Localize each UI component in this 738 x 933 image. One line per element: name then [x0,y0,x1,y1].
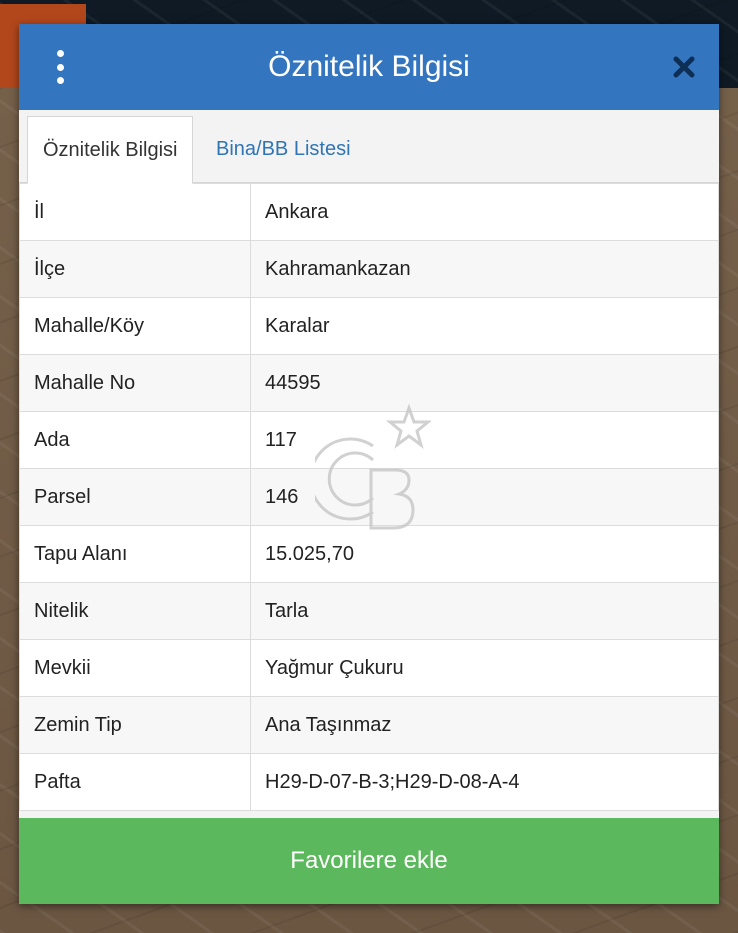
attribute-key: Ada [19,411,251,469]
attribute-row: Pafta H29-D-07-B-3;H29-D-08-A-4 [19,753,719,811]
attribute-value: Tarla [250,582,719,640]
dialog-header: Öznitelik Bilgisi [19,24,719,110]
attribute-value: Karalar [250,297,719,355]
tab-building-list[interactable]: Bina/BB Listesi [201,116,366,182]
add-to-favorites-button[interactable]: Favorilere ekle [19,818,719,904]
attribute-row: İlçe Kahramankazan [19,240,719,298]
attribute-value: 44595 [250,354,719,412]
attribute-row: Mahalle No 44595 [19,354,719,412]
attribute-value: H29-D-07-B-3;H29-D-08-A-4 [250,753,719,811]
attribute-key: Nitelik [19,582,251,640]
attribute-key: İlçe [19,240,251,298]
attribute-key: Pafta [19,753,251,811]
attribute-value: 146 [250,468,719,526]
attribute-value: Ana Taşınmaz [250,696,719,754]
attribute-row: Zemin Tip Ana Taşınmaz [19,696,719,754]
attribute-value: Yağmur Çukuru [250,639,719,697]
attribute-key: Tapu Alanı [19,525,251,583]
attribute-value: 15.025,70 [250,525,719,583]
attribute-value: 117 [250,411,719,469]
attribute-row: Parsel 146 [19,468,719,526]
attribute-row: Mevkii Yağmur Çukuru [19,639,719,697]
attribute-key: Mahalle No [19,354,251,412]
attribute-row: Ada 117 [19,411,719,469]
attribute-row: Tapu Alanı 15.025,70 [19,525,719,583]
tab-bar: Öznitelik Bilgisi Bina/BB Listesi [19,110,719,184]
attribute-value: Kahramankazan [250,240,719,298]
tab-attribute-info[interactable]: Öznitelik Bilgisi [27,116,194,184]
attribute-key: Zemin Tip [19,696,251,754]
close-icon[interactable] [671,54,697,80]
attribute-row: İl Ankara [19,183,719,241]
attribute-info-dialog: Öznitelik Bilgisi Öznitelik Bilgisi Bina… [19,24,719,904]
attribute-key: İl [19,183,251,241]
attribute-key: Parsel [19,468,251,526]
attribute-key: Mevkii [19,639,251,697]
attribute-value: Ankara [250,183,719,241]
dialog-title: Öznitelik Bilgisi [268,50,470,83]
attribute-row: Nitelik Tarla [19,582,719,640]
attribute-row: Mahalle/Köy Karalar [19,297,719,355]
attribute-table: İl Ankara İlçe Kahramankazan Mahalle/Köy Kara… [19,183,719,811]
attribute-key: Mahalle/Köy [19,297,251,355]
